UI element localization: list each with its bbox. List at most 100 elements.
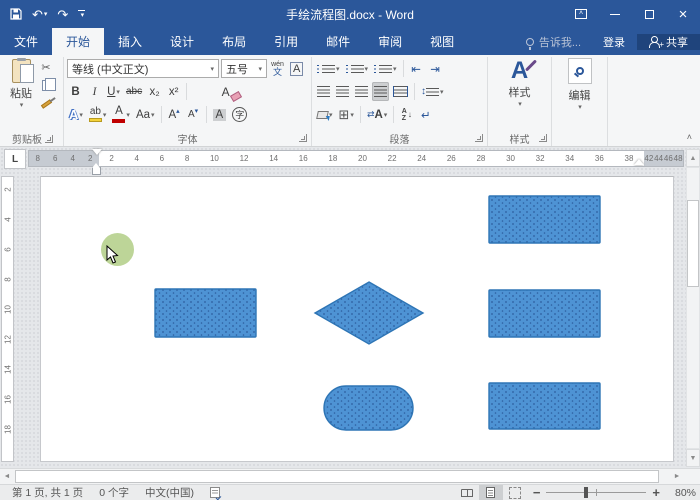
superscript-button[interactable]: x² bbox=[165, 82, 182, 101]
bold-button[interactable]: B bbox=[67, 82, 84, 101]
font-size-combo[interactable]: 五号▾ bbox=[221, 59, 267, 78]
maximize-button[interactable] bbox=[632, 0, 666, 28]
sign-in-button[interactable]: 登录 bbox=[591, 34, 637, 50]
increase-indent-button[interactable]: ⇥ bbox=[427, 59, 444, 78]
zoom-slider[interactable] bbox=[546, 487, 646, 498]
character-shading-button[interactable]: A bbox=[211, 105, 229, 124]
language-status[interactable]: 中文(中国) bbox=[137, 485, 202, 500]
ribbon-tab[interactable]: 布局 bbox=[208, 28, 260, 55]
asian-layout-button[interactable]: ⇄A▾ bbox=[365, 105, 389, 124]
subscript-button[interactable]: x₂ bbox=[146, 82, 163, 101]
search-icon bbox=[568, 58, 592, 84]
align-center-button[interactable] bbox=[334, 82, 351, 101]
v-ruler[interactable]: 24681012141618 bbox=[1, 176, 14, 462]
zoom-level[interactable]: 80% bbox=[666, 487, 696, 499]
align-right-button[interactable] bbox=[353, 82, 370, 101]
zoom-slider-thumb[interactable] bbox=[584, 487, 588, 498]
ruler-number: 18 bbox=[4, 425, 13, 435]
print-layout-button[interactable] bbox=[479, 485, 503, 500]
customize-toolbar-button[interactable]: ▾ bbox=[78, 10, 85, 19]
change-case-button[interactable]: Aa▾ bbox=[134, 105, 157, 124]
ribbon-tab[interactable]: 开始 bbox=[52, 28, 104, 55]
collapse-ribbon-button[interactable]: ˄ bbox=[687, 132, 692, 142]
phonetic-guide-button[interactable]: wén文 bbox=[269, 59, 286, 78]
font-color-button[interactable]: A▾ bbox=[110, 105, 132, 124]
left-indent-marker[interactable] bbox=[92, 167, 101, 175]
horizontal-ruler[interactable]: 8642 2468101214161820222426283032343638 … bbox=[28, 150, 684, 167]
vertical-scrollbar-thumb[interactable] bbox=[687, 200, 699, 287]
highlight-color-button[interactable]: ab▾ bbox=[87, 105, 109, 124]
editing-button[interactable]: 编辑 ▾ bbox=[560, 58, 600, 146]
ribbon-tab[interactable]: 引用 bbox=[260, 28, 312, 55]
decrease-indent-button[interactable]: ⇤ bbox=[408, 59, 425, 78]
paragraph-dialog-launcher[interactable] bbox=[475, 134, 483, 142]
show-marks-button[interactable]: ↵ bbox=[417, 105, 434, 124]
ribbon-tab[interactable]: 插入 bbox=[104, 28, 156, 55]
shading-button[interactable]: ▾ bbox=[315, 105, 335, 124]
title-bar: ↶▾ ↷ ▾ 手绘流程图.docx - Word ˄ × bbox=[0, 0, 700, 28]
numbering-button[interactable]: ▾ bbox=[344, 59, 371, 78]
word-count[interactable]: 0 个字 bbox=[91, 485, 137, 500]
bullets-button[interactable]: ▾ bbox=[315, 59, 342, 78]
ruler-number: 16 bbox=[299, 154, 308, 163]
styles-dialog-launcher[interactable] bbox=[539, 134, 547, 142]
paste-button[interactable]: 粘贴 ▾ bbox=[5, 58, 37, 131]
zoom-out-button[interactable]: − bbox=[533, 485, 541, 500]
distribute-button[interactable] bbox=[391, 82, 410, 101]
multilevel-list-button[interactable]: ▾ bbox=[372, 59, 399, 78]
tab-stop-selector[interactable]: L bbox=[4, 149, 26, 169]
save-icon[interactable] bbox=[10, 8, 22, 20]
clipboard-dialog-launcher[interactable] bbox=[45, 135, 53, 143]
styles-button[interactable]: A 样式 ▾ bbox=[501, 58, 539, 131]
close-button[interactable]: × bbox=[666, 0, 700, 28]
text-effects-button[interactable]: A▾ bbox=[67, 105, 85, 124]
document-page[interactable] bbox=[40, 176, 674, 462]
line-spacing-button[interactable]: ↕▾ bbox=[419, 82, 446, 101]
format-painter-button[interactable] bbox=[37, 96, 55, 111]
scroll-right-button[interactable]: ► bbox=[670, 469, 684, 484]
cut-button[interactable]: ✂ bbox=[37, 60, 55, 75]
copy-button[interactable] bbox=[37, 78, 55, 93]
undo-button[interactable]: ↶▾ bbox=[32, 8, 47, 21]
minimize-button[interactable] bbox=[598, 0, 632, 28]
ribbon-tab[interactable]: 设计 bbox=[156, 28, 208, 55]
tell-me-button[interactable]: 告诉我... bbox=[516, 34, 591, 50]
page-info[interactable]: 第 1 页, 共 1 页 bbox=[4, 485, 91, 500]
underline-button[interactable]: U▾ bbox=[105, 82, 122, 101]
ribbon-tab[interactable]: 邮件 bbox=[312, 28, 364, 55]
strikethrough-button[interactable]: abc bbox=[124, 82, 144, 101]
zoom-control: − + bbox=[527, 485, 666, 500]
sort-button[interactable]: AZ↓ bbox=[398, 105, 415, 124]
read-mode-button[interactable] bbox=[455, 485, 479, 500]
italic-button[interactable]: I bbox=[86, 82, 103, 101]
first-line-indent-marker[interactable] bbox=[92, 149, 102, 155]
font-dialog-launcher[interactable] bbox=[299, 134, 307, 142]
enclose-characters-button[interactable]: 字 bbox=[230, 105, 249, 124]
tab-file[interactable]: 文件 bbox=[0, 28, 52, 55]
ribbon-tab[interactable]: 审阅 bbox=[364, 28, 416, 55]
scroll-up-button[interactable]: ▲ bbox=[686, 149, 700, 167]
proofing-status[interactable] bbox=[202, 487, 228, 498]
ribbon-display-options-button[interactable]: ˄ bbox=[564, 0, 598, 28]
ribbon-tab-bar: 文件 开始插入设计布局引用邮件审阅视图 告诉我... 登录 +共享 bbox=[0, 28, 700, 55]
font-group: 等线 (中文正文)▾ 五号▾ wén文 A B I U▾ abc x₂ x² A… bbox=[64, 57, 312, 146]
right-indent-marker[interactable] bbox=[634, 159, 644, 165]
scroll-down-button[interactable]: ▼ bbox=[686, 449, 700, 467]
horizontal-scrollbar-thumb[interactable] bbox=[15, 470, 659, 483]
share-button[interactable]: +共享 bbox=[637, 34, 700, 50]
grow-font-button[interactable]: A▴ bbox=[166, 105, 183, 124]
ruler-number: 38 bbox=[625, 154, 634, 163]
shrink-font-button[interactable]: A▾ bbox=[185, 105, 202, 124]
clear-formatting-button[interactable]: A bbox=[217, 82, 234, 101]
web-layout-button[interactable] bbox=[503, 485, 527, 500]
horizontal-scrollbar[interactable]: ◄ ► bbox=[0, 468, 700, 484]
scroll-left-button[interactable]: ◄ bbox=[0, 469, 14, 484]
redo-button[interactable]: ↷ bbox=[57, 8, 68, 21]
zoom-in-button[interactable]: + bbox=[652, 485, 660, 500]
align-left-button[interactable] bbox=[315, 82, 332, 101]
justify-button[interactable] bbox=[372, 82, 389, 101]
borders-button[interactable]: ⊞▾ bbox=[337, 105, 356, 124]
character-border-button[interactable]: A bbox=[288, 59, 305, 78]
ribbon-tab[interactable]: 视图 bbox=[416, 28, 468, 55]
font-name-combo[interactable]: 等线 (中文正文)▾ bbox=[67, 59, 219, 78]
